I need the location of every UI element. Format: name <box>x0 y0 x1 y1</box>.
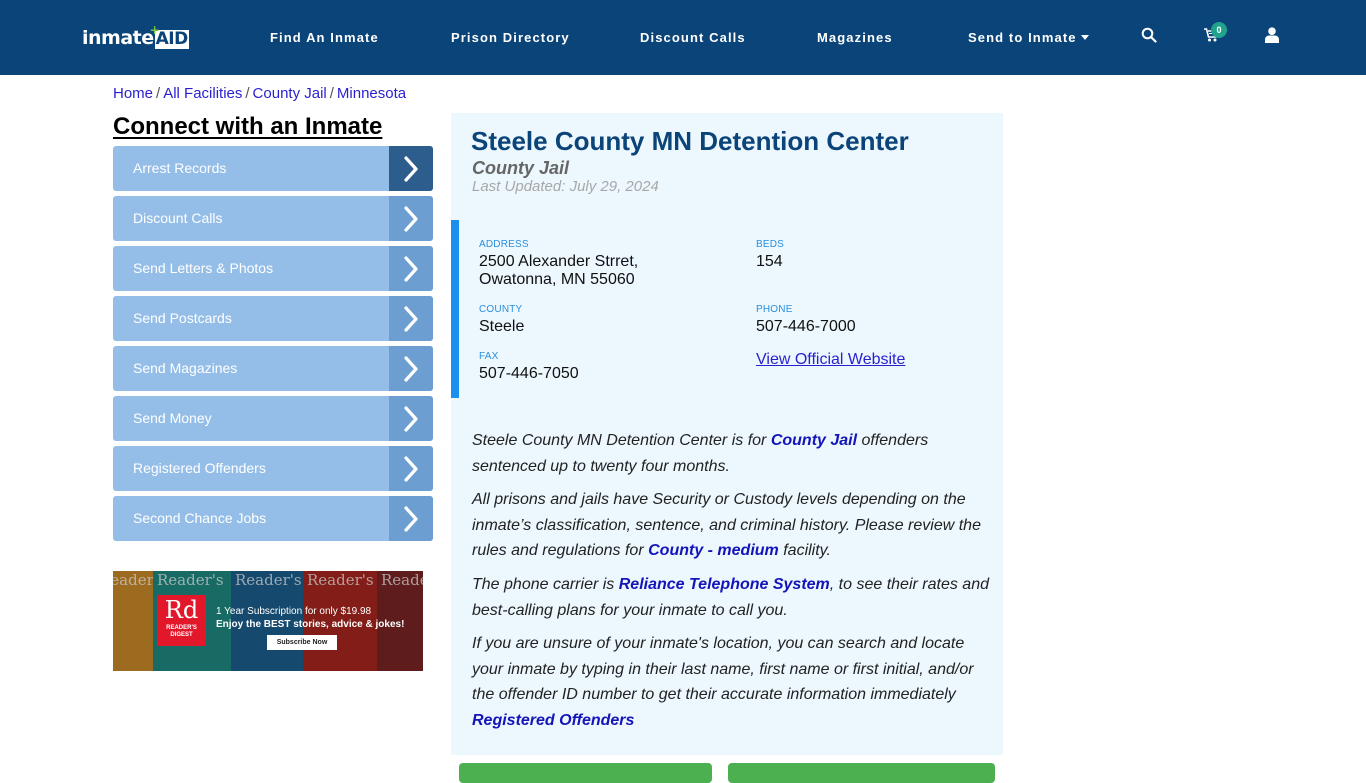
nav-send-to-inmate[interactable]: Send to Inmate <box>968 30 1089 45</box>
sidebar-item-send-magazines[interactable]: Send Magazines <box>113 346 433 391</box>
cart-count-badge: 0 <box>1211 22 1227 38</box>
breadcrumb-home[interactable]: Home <box>113 85 153 102</box>
registered-offenders-link[interactable]: Registered Offenders <box>472 712 634 729</box>
paragraph-text: facility. <box>778 542 831 559</box>
sidebar-item-send-postcards[interactable]: Send Postcards <box>113 296 433 341</box>
nav-find-an-inmate[interactable]: Find An Inmate <box>270 30 379 45</box>
sidebar-item-send-money[interactable]: Send Money <box>113 396 433 441</box>
view-official-website-link[interactable]: View Official Website <box>756 351 905 369</box>
sidebar-item-label: Arrest Records <box>133 160 227 176</box>
logo-accent-text: AID <box>155 29 189 49</box>
description-paragraph-4: If you are unsure of your inmate's locat… <box>472 631 994 733</box>
top-navbar: inmate + AID Find An Inmate Prison Direct… <box>0 0 1366 75</box>
sidebar-item-arrest-records[interactable]: Arrest Records <box>113 146 433 191</box>
chevron-right-icon <box>389 196 433 241</box>
action-button-right[interactable] <box>728 763 995 783</box>
paragraph-text: If you are unsure of your inmate's locat… <box>472 635 974 703</box>
description-paragraph-2: All prisons and jails have Security or C… <box>472 487 994 564</box>
breadcrumb-separator: / <box>245 85 250 102</box>
county-medium-link[interactable]: County - medium <box>648 542 779 559</box>
sidebar-item-registered-offenders[interactable]: Registered Offenders <box>113 446 433 491</box>
breadcrumb-separator: / <box>156 85 161 102</box>
info-accent-bar <box>451 220 459 398</box>
rd-logo-text: Rd <box>164 596 199 624</box>
chevron-right-icon <box>389 346 433 391</box>
fax-value: 507-446-7050 <box>479 365 579 382</box>
phone-label: PHONE <box>756 304 793 315</box>
facility-title: Steele County MN Detention Center <box>471 126 909 156</box>
chevron-right-icon <box>389 496 433 541</box>
logo-text: inmate <box>82 27 154 49</box>
sidebar-item-label: Send Postcards <box>133 310 232 326</box>
beds-value: 154 <box>756 253 783 270</box>
paragraph-text: Steele County MN Detention Center is for <box>472 432 771 449</box>
breadcrumb-county-jail[interactable]: County Jail <box>253 85 327 102</box>
beds-label: BEDS <box>756 239 785 250</box>
breadcrumb: Home / All Facilities / County Jail / Minnesot… <box>113 85 406 102</box>
ad-tagline: Enjoy the BEST stories, advice & jokes! <box>216 619 405 630</box>
chevron-right-icon <box>389 446 433 491</box>
facility-type: County Jail <box>472 158 570 178</box>
rd-logo-small-2: DIGEST <box>170 632 193 638</box>
sidebar-item-send-letters-photos[interactable]: Send Letters & Photos <box>113 246 433 291</box>
chevron-right-icon <box>389 246 433 291</box>
breadcrumb-all-facilities[interactable]: All Facilities <box>163 85 242 102</box>
sidebar-item-label: Second Chance Jobs <box>133 510 267 526</box>
address-line-1: 2500 Alexander Strret, <box>479 253 639 270</box>
fax-label: FAX <box>479 351 499 362</box>
action-button-left[interactable] <box>459 763 712 783</box>
paragraph-text: The phone carrier is <box>472 576 619 593</box>
readers-digest-ad-banner[interactable]: Reader's Reader's Reader's Reader's Read… <box>113 571 423 671</box>
sidebar-item-label: Registered Offenders <box>133 460 266 476</box>
readers-digest-logo: Rd READER'S DIGEST <box>157 595 206 646</box>
nav-prison-directory[interactable]: Prison Directory <box>451 30 570 45</box>
breadcrumb-separator: / <box>329 85 334 102</box>
caret-down-icon <box>1080 35 1089 40</box>
sidebar-item-discount-calls[interactable]: Discount Calls <box>113 196 433 241</box>
chevron-right-icon <box>389 296 433 341</box>
description-paragraph-1: Steele County MN Detention Center is for… <box>472 428 994 479</box>
nav-magazines[interactable]: Magazines <box>817 30 893 45</box>
last-updated: Last Updated: July 29, 2024 <box>472 178 659 195</box>
sidebar-item-label: Send Letters & Photos <box>133 260 274 276</box>
rd-logo-small-1: READER'S <box>166 625 197 631</box>
nav-send-to-inmate-label: Send to Inmate <box>968 30 1077 45</box>
county-value: Steele <box>479 318 525 335</box>
chevron-right-icon <box>389 146 433 191</box>
county-jail-link[interactable]: County Jail <box>771 432 857 449</box>
subscribe-now-button[interactable]: Subscribe Now <box>267 635 337 650</box>
sidebar-item-label: Discount Calls <box>133 210 223 226</box>
description-paragraph-3: The phone carrier is Reliance Telephone … <box>472 572 994 623</box>
logo-accent: + AID <box>150 23 189 49</box>
sidebar-item-second-chance-jobs[interactable]: Second Chance Jobs <box>113 496 433 541</box>
chevron-right-icon <box>389 396 433 441</box>
sidebar-item-label: Send Money <box>133 410 212 426</box>
reliance-telephone-link[interactable]: Reliance Telephone System <box>619 576 830 593</box>
address-line-2: Owatonna, MN 55060 <box>479 271 635 288</box>
search-icon[interactable] <box>1141 27 1159 45</box>
nav-discount-calls[interactable]: Discount Calls <box>640 30 746 45</box>
county-label: COUNTY <box>479 304 523 315</box>
breadcrumb-minnesota[interactable]: Minnesota <box>337 85 406 102</box>
ad-offer-text: 1 Year Subscription for only $19.98 <box>216 606 372 617</box>
sidebar-title: Connect with an Inmate <box>113 113 383 140</box>
phone-value: 507-446-7000 <box>756 318 856 335</box>
address-label: ADDRESS <box>479 239 529 250</box>
sidebar-item-label: Send Magazines <box>133 360 238 376</box>
inmateaid-logo[interactable]: inmate + AID <box>82 23 189 49</box>
logo-plus-icon: + <box>149 23 160 37</box>
user-icon[interactable] <box>1265 27 1283 45</box>
